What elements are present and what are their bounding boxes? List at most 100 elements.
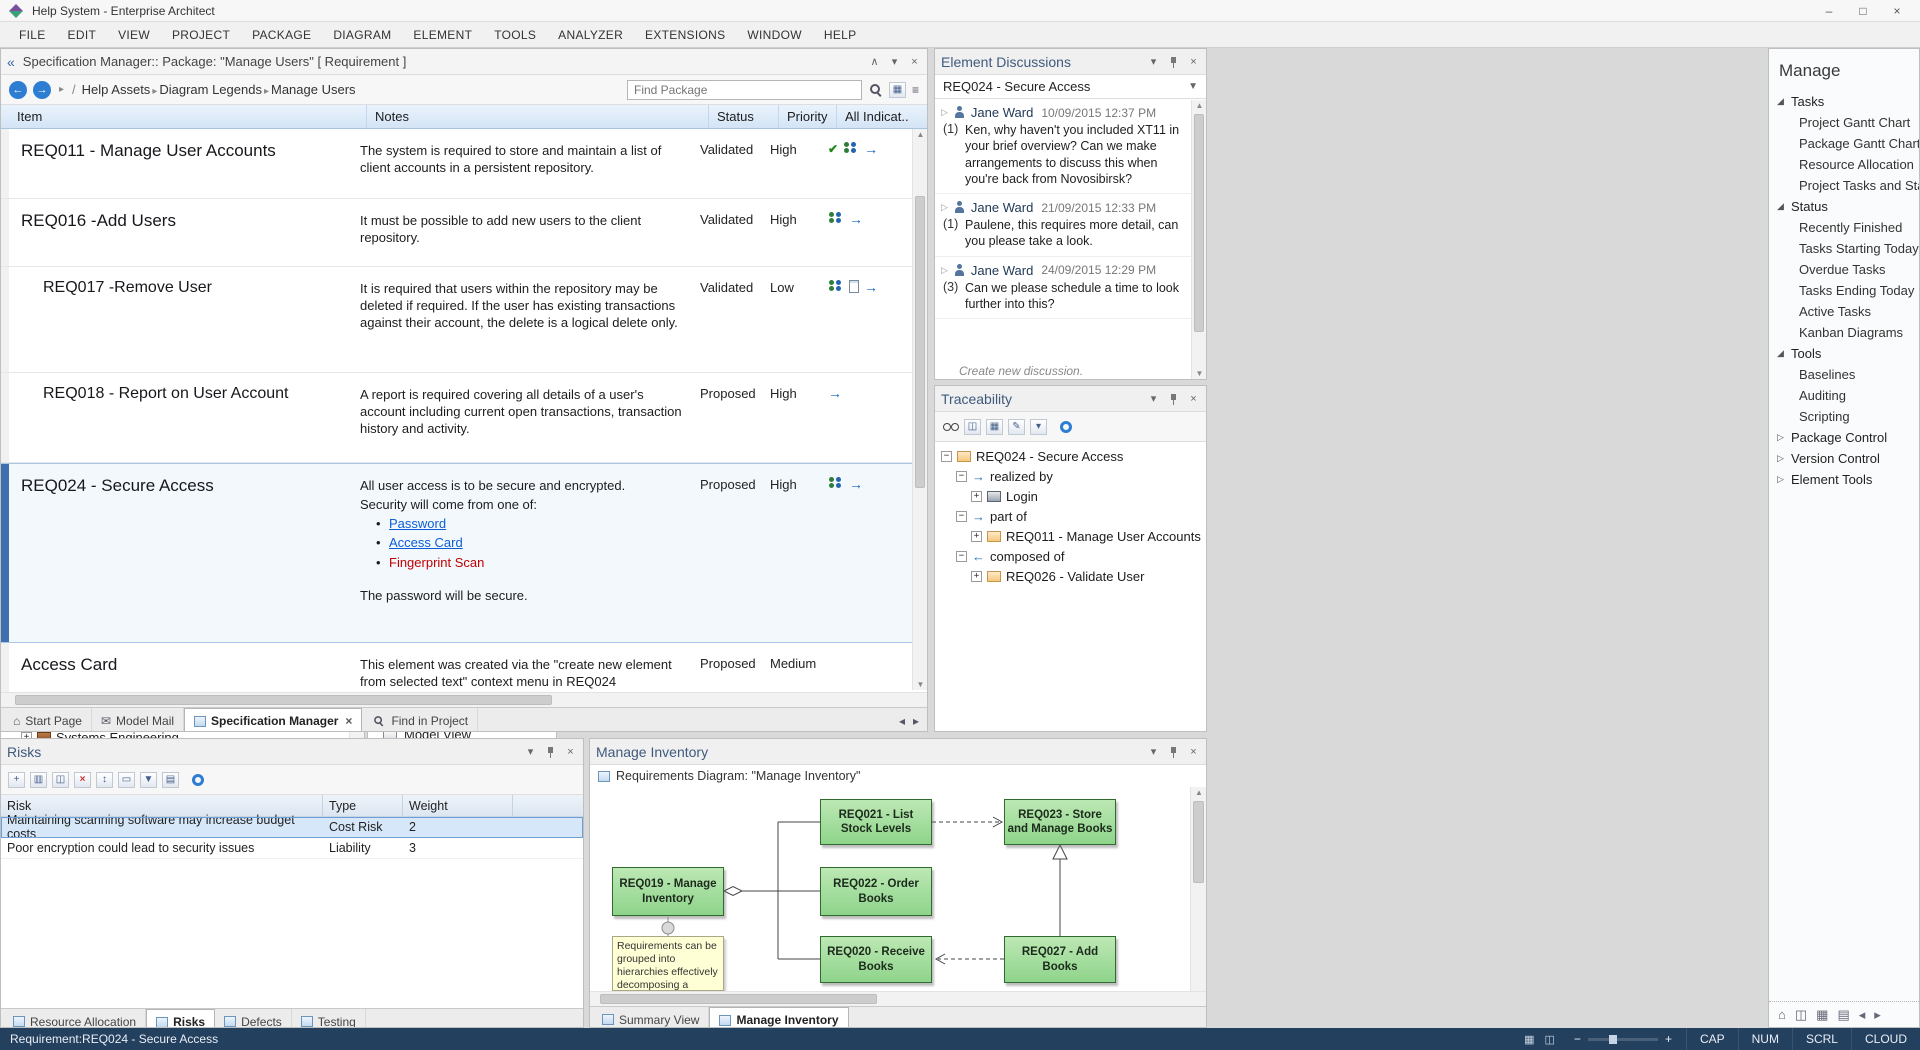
diagram-scrollbar-vertical[interactable]: ▲ <box>1190 787 1206 991</box>
export-icon[interactable]: ▤ <box>162 772 179 788</box>
menu-element[interactable]: ELEMENT <box>402 28 483 42</box>
sort-icon[interactable]: ↕ <box>96 772 113 788</box>
manage-item-auditing[interactable]: Auditing <box>1769 385 1919 406</box>
expander-icon[interactable]: ▷ <box>941 202 948 213</box>
spec-scrollbar-horizontal[interactable] <box>1 692 927 707</box>
tree-expander-icon[interactable]: − <box>956 551 967 562</box>
tab-scroll-left-icon[interactable]: ◂ <box>899 714 905 728</box>
menu-help[interactable]: HELP <box>813 28 868 42</box>
spec-row[interactable]: REQ011 - Manage User AccountsThe system … <box>1 129 927 199</box>
requirement-node-req021[interactable]: REQ021 - List Stock Levels <box>820 799 932 845</box>
menu-diagram[interactable]: DIAGRAM <box>322 28 402 42</box>
column-header-status[interactable]: Status <box>708 105 778 128</box>
notes-link[interactable]: Access Card <box>389 534 463 551</box>
minimize-button[interactable]: – <box>1812 4 1846 18</box>
glasses-icon[interactable] <box>942 422 959 432</box>
discussion-element-selector[interactable]: REQ024 - Secure Access ▼ <box>935 75 1206 99</box>
trace-item[interactable]: +REQ011 - Manage User Accounts <box>935 526 1206 546</box>
trace-item[interactable]: +Login <box>935 486 1206 506</box>
new-icon[interactable]: + <box>8 772 25 788</box>
copy-icon[interactable]: ◫ <box>52 772 69 788</box>
notes-link[interactable]: Password <box>389 515 446 532</box>
breadcrumb-item[interactable]: Diagram Legends <box>159 82 262 97</box>
print-icon[interactable]: ▭ <box>118 772 135 788</box>
dependency-connector[interactable] <box>936 954 1004 964</box>
discussions-scrollbar[interactable]: ▲ ▼ <box>1191 100 1206 379</box>
connector-anchor[interactable] <box>662 922 674 934</box>
pin-icon[interactable] <box>544 745 557 759</box>
view-normal-icon[interactable]: ▦ <box>1524 1033 1534 1046</box>
manage-item-baselines[interactable]: Baselines <box>1769 364 1919 385</box>
realize-connector[interactable] <box>932 817 1002 827</box>
home-icon[interactable]: ⌂ <box>1778 1007 1786 1022</box>
tree-expander-icon[interactable]: + <box>971 491 982 502</box>
manage-section-version-control[interactable]: ▷Version Control <box>1769 448 1919 469</box>
edit-icon[interactable]: ✎ <box>1008 419 1025 435</box>
tab-testing[interactable]: Testing <box>292 1009 366 1028</box>
filter-icon[interactable]: ▼ <box>140 772 157 788</box>
tree-expander-icon[interactable]: + <box>971 531 982 542</box>
navigate-indicator-icon[interactable]: → <box>828 386 842 400</box>
new-diagram-icon[interactable]: ◫ <box>964 419 981 435</box>
chevron-up-icon[interactable]: ∧ <box>868 55 881 68</box>
trace-item[interactable]: −→realized by <box>935 466 1206 486</box>
chevron-down-icon[interactable]: ▾ <box>1147 392 1160 405</box>
navigate-indicator-icon[interactable]: → <box>864 280 878 294</box>
manage-item-active-tasks[interactable]: Active Tasks <box>1769 301 1919 322</box>
expander-icon[interactable]: ▷ <box>941 265 948 276</box>
risk-row[interactable]: Poor encryption could lead to security i… <box>1 838 583 859</box>
status-toggle-cap[interactable]: CAP <box>1686 1028 1738 1050</box>
menu-window[interactable]: WINDOW <box>736 28 812 42</box>
discussion-item[interactable]: ▷Jane Ward24/09/2015 12:29 PM(3)Can we p… <box>935 257 1206 320</box>
manage-item-tasks-starting-today[interactable]: Tasks Starting Today <box>1769 238 1919 259</box>
zoom-in-icon[interactable]: + <box>1665 1032 1672 1046</box>
layout-icon[interactable]: ▦ <box>986 419 1003 435</box>
menu-extensions[interactable]: EXTENSIONS <box>634 28 736 42</box>
trace-item[interactable]: +REQ026 - Validate User <box>935 566 1206 586</box>
close-icon[interactable]: × <box>1187 56 1200 68</box>
collapse-panel-icon[interactable]: « <box>7 54 15 70</box>
menu-view[interactable]: VIEW <box>107 28 161 42</box>
maximize-button[interactable]: □ <box>1846 4 1880 18</box>
tree-expander-icon[interactable]: − <box>956 511 967 522</box>
menu-analyzer[interactable]: ANALYZER <box>547 28 634 42</box>
status-toggle-scrl[interactable]: SCRL <box>1792 1028 1851 1050</box>
manage-section-status[interactable]: ◢Status <box>1769 196 1919 217</box>
scroll-down-icon[interactable]: ▼ <box>913 680 928 689</box>
close-icon[interactable]: × <box>908 56 921 68</box>
menu-edit[interactable]: EDIT <box>57 28 108 42</box>
column-header-weight[interactable]: Weight <box>403 795 513 816</box>
column-header-notes[interactable]: Notes <box>366 105 708 128</box>
navigate-indicator-icon[interactable]: → <box>849 477 863 491</box>
tab-model-mail[interactable]: ✉Model Mail <box>92 708 184 732</box>
spec-row[interactable]: REQ024 - Secure AccessAll user access is… <box>1 463 927 643</box>
generalization-connector[interactable] <box>1053 845 1067 936</box>
grid-view-icon[interactable]: ▦ <box>889 82 906 98</box>
close-icon[interactable]: × <box>1187 393 1200 405</box>
requirement-node-req027[interactable]: REQ027 - Add Books <box>1004 936 1116 983</box>
diagram-scrollbar-horizontal[interactable] <box>590 991 1206 1006</box>
expander-icon[interactable]: ▷ <box>941 107 948 118</box>
tab-specification-manager[interactable]: Specification Manager× <box>184 708 362 732</box>
breadcrumb-item[interactable]: Help Assets <box>82 82 151 97</box>
forward-icon[interactable]: → <box>33 81 51 99</box>
tab-risks[interactable]: Risks <box>146 1009 215 1028</box>
trace-item[interactable]: −REQ024 - Secure Access <box>935 446 1206 466</box>
tree-expander-icon[interactable]: + <box>971 571 982 582</box>
tab-find-in-project[interactable]: Find in Project <box>362 708 478 732</box>
manage-item-tasks-ending-today[interactable]: Tasks Ending Today <box>1769 280 1919 301</box>
menu-file[interactable]: FILE <box>8 28 57 42</box>
status-toggle-cloud[interactable]: CLOUD <box>1851 1028 1920 1050</box>
column-header-item[interactable]: Item <box>9 105 366 128</box>
zoom-slider[interactable] <box>1588 1038 1658 1041</box>
view-split-icon[interactable]: ◫ <box>1545 1033 1555 1046</box>
pin-icon[interactable] <box>1167 745 1180 759</box>
manage-section-element-tools[interactable]: ▷Element Tools <box>1769 469 1919 490</box>
requirement-node-req023[interactable]: REQ023 - Store and Manage Books <box>1004 799 1116 845</box>
discussion-item[interactable]: ▷Jane Ward10/09/2015 12:37 PM(1)Ken, why… <box>935 99 1206 194</box>
aggregation-connector[interactable] <box>724 822 820 959</box>
close-icon[interactable]: × <box>564 746 577 758</box>
back-icon[interactable]: ← <box>9 81 27 99</box>
help-icon[interactable] <box>1060 421 1072 433</box>
windows-icon[interactable]: ◫ <box>1795 1007 1807 1023</box>
